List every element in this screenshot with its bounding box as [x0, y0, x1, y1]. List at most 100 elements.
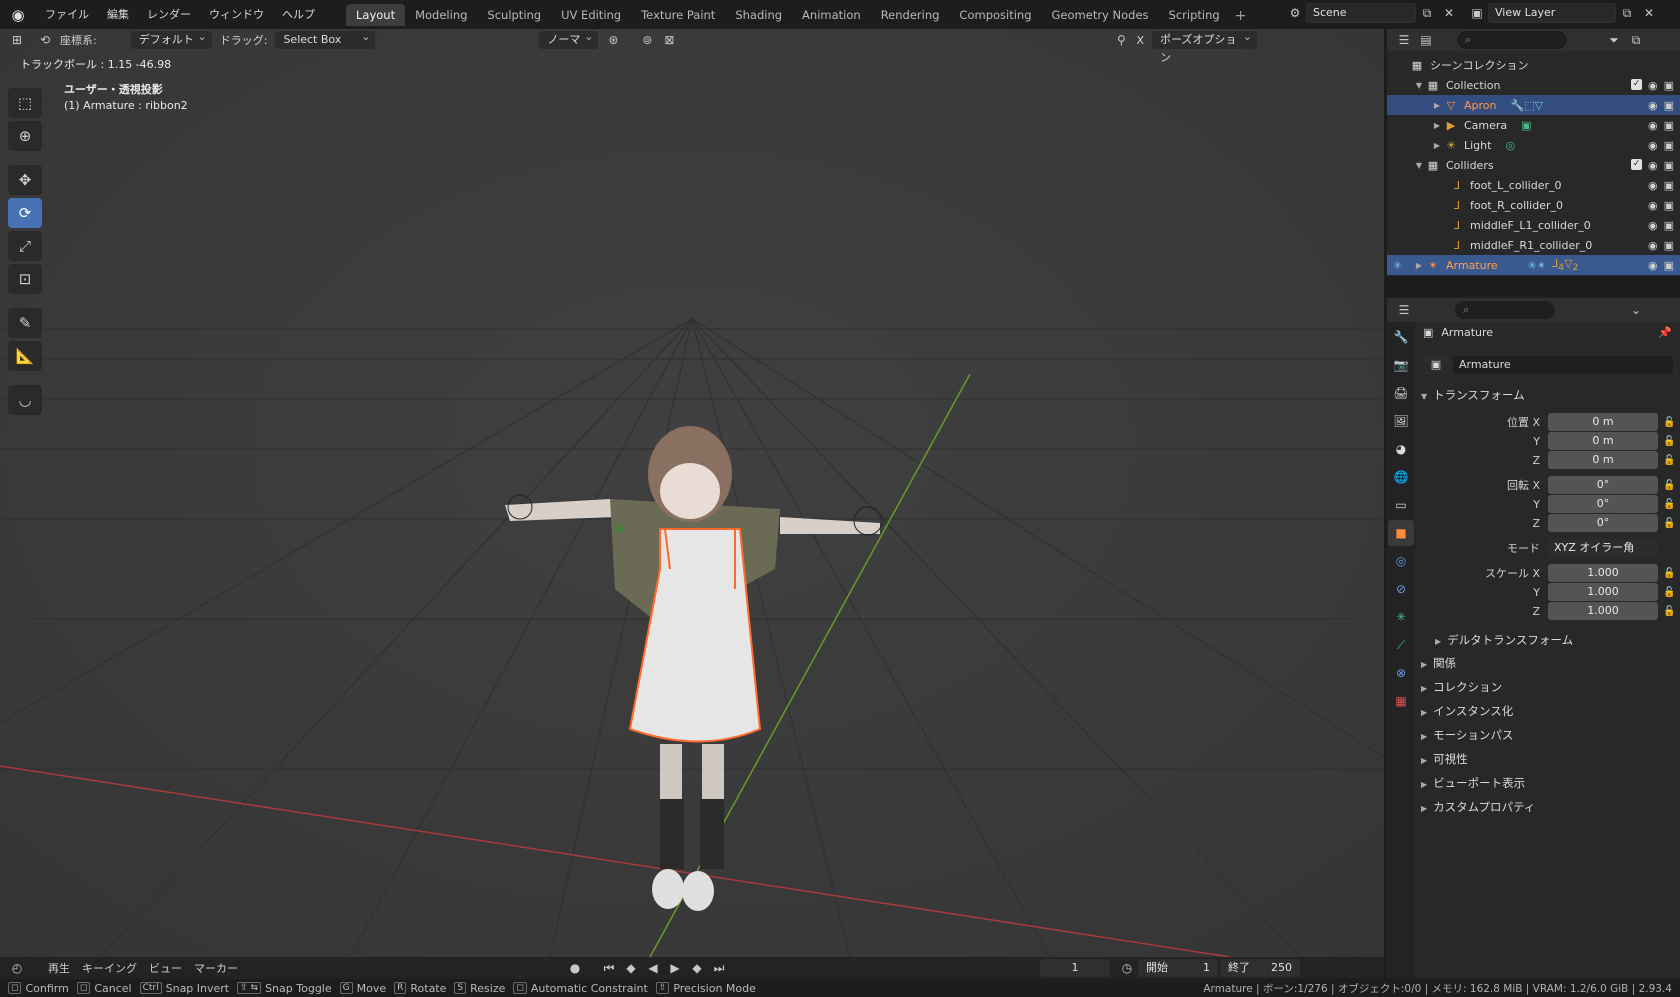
drag-dropdown[interactable]: Select Box [275, 29, 376, 49]
rotation-x-field[interactable]: 0° [1548, 476, 1658, 494]
play-icon[interactable]: ▶ [664, 958, 686, 978]
camera-icon[interactable]: ▣ [1664, 219, 1674, 232]
scale-y-field[interactable]: 1.000 [1548, 583, 1658, 601]
cursor-tool-icon[interactable]: ⊕ [8, 121, 42, 151]
tab-modeling[interactable]: Modeling [405, 4, 477, 26]
options-chevron-icon[interactable]: ⌄ [1625, 300, 1647, 320]
rotation-y-field[interactable]: 0° [1548, 495, 1658, 513]
lock-icon[interactable]: 🔓 [1663, 436, 1675, 447]
world-tab-icon[interactable]: 🌐 [1388, 464, 1414, 490]
expand-arrow-icon[interactable]: ▶ [1431, 101, 1443, 110]
add-workspace-icon[interactable]: + [1230, 8, 1252, 24]
display-mode-icon[interactable]: ▤ [1415, 30, 1437, 50]
tree-row-light[interactable]: ▶ ☀ Light ◎ ◉ ▣ [1387, 135, 1680, 155]
mirror-icon[interactable]: ⚲ [1110, 30, 1132, 50]
rotation-z-field[interactable]: 0° [1548, 514, 1658, 532]
pose-options-dropdown[interactable]: ポーズオプション [1151, 29, 1257, 64]
scene-tab-icon[interactable]: ◕ [1388, 436, 1414, 462]
camera-icon[interactable]: ▣ [1664, 179, 1674, 192]
tree-row-middlef-r1-collider[interactable]: ⅃ middleF_R1_collider_0 ◉ ▣ [1387, 235, 1680, 255]
outliner-search-input[interactable]: ⌕ [1457, 31, 1567, 49]
tab-layout[interactable]: Layout [346, 4, 406, 26]
checkbox-icon[interactable]: ✓ [1630, 78, 1642, 90]
3d-viewport[interactable]: ⊞ ⟲ 座標系: デフォルト ドラッグ: Select Box ノーマ ⊛ ⊚ … [0, 29, 1384, 957]
view-layer-tab-icon[interactable]: 🖼 [1388, 408, 1414, 434]
rotation-mode-dropdown[interactable]: XYZ オイラー角 [1548, 539, 1658, 557]
visibility-header[interactable]: ▶ 可視性 [1421, 749, 1468, 769]
tree-row-foot-l-collider[interactable]: ⅃ foot_L_collider_0 ◉ ▣ [1387, 175, 1680, 195]
eye-icon[interactable]: ◉ [1648, 199, 1658, 212]
eye-icon[interactable]: ◉ [1648, 79, 1658, 92]
current-frame-field[interactable]: 1 [1040, 959, 1110, 977]
tool-tab-icon[interactable]: 🔧 [1388, 324, 1414, 350]
annotate-tool-icon[interactable]: ✎ [8, 308, 42, 338]
eye-icon[interactable]: ◉ [1648, 119, 1658, 132]
camera-icon[interactable]: ▣ [1664, 119, 1674, 132]
location-z-field[interactable]: 0 m [1548, 451, 1658, 469]
measure-tool-icon[interactable]: 📐 [8, 341, 42, 371]
camera-icon[interactable]: ▣ [1664, 199, 1674, 212]
bone-constraints-tab-icon[interactable]: ⊗ [1388, 660, 1414, 686]
delete-view-layer-icon[interactable]: ✕ [1638, 3, 1660, 23]
delta-transform-header[interactable]: ▶ デルタトランスフォーム [1435, 630, 1573, 650]
jump-start-icon[interactable]: ⏮ [598, 958, 620, 978]
bone-envelope-tool-icon[interactable]: ◡ [8, 385, 42, 415]
camera-icon[interactable]: ▣ [1664, 159, 1674, 172]
snap-target-icon[interactable]: ⊠ [658, 30, 680, 50]
eye-icon[interactable]: ◉ [1648, 159, 1658, 172]
outliner-editor-icon[interactable]: ☰ [1393, 30, 1415, 50]
scale-x-field[interactable]: 1.000 [1548, 564, 1658, 582]
jump-end-icon[interactable]: ⏭ [708, 958, 730, 978]
object-name-field[interactable]: Armature [1453, 356, 1673, 374]
scale-tool-icon[interactable]: ⤢ [8, 231, 42, 261]
tree-row-scene-collection[interactable]: ▦ シーンコレクション [1387, 55, 1680, 75]
auto-keying-icon[interactable]: ● [564, 958, 586, 978]
delete-scene-icon[interactable]: ✕ [1438, 3, 1460, 23]
preview-range-icon[interactable]: ◷ [1116, 958, 1138, 978]
x-mirror-toggle[interactable]: X [1132, 34, 1148, 47]
editor-type-icon[interactable]: ⊞ [6, 30, 28, 50]
tree-row-foot-r-collider[interactable]: ⅃ foot_R_collider_0 ◉ ▣ [1387, 195, 1680, 215]
transform-orientation-icon[interactable]: ⟲ [34, 30, 56, 50]
new-scene-icon[interactable]: ⧉ [1416, 3, 1438, 23]
eye-icon[interactable]: ◉ [1648, 179, 1658, 192]
eye-icon[interactable]: ◉ [1648, 259, 1658, 272]
end-frame-field[interactable]: 終了 250 [1220, 959, 1300, 977]
tree-row-armature[interactable]: ✳ ▶ ✶ Armature ✳✴ ⅃4▽2 ◉ ▣ [1387, 255, 1680, 275]
lock-icon[interactable]: 🔓 [1663, 480, 1675, 491]
motion-paths-header[interactable]: ▶ モーションパス [1421, 725, 1513, 745]
new-collection-icon[interactable]: ⧉ [1625, 30, 1647, 50]
move-tool-icon[interactable]: ✥ [8, 165, 42, 195]
transform-section-header[interactable]: ▼ トランスフォーム [1421, 385, 1525, 405]
eye-icon[interactable]: ◉ [1648, 239, 1658, 252]
new-view-layer-icon[interactable]: ⧉ [1616, 3, 1638, 23]
tree-row-middlef-l1-collider[interactable]: ⅃ middleF_L1_collider_0 ◉ ▣ [1387, 215, 1680, 235]
armature-data-tab-icon[interactable]: ✳ [1388, 604, 1414, 630]
tab-animation[interactable]: Animation [792, 4, 871, 26]
tree-row-colliders[interactable]: ▼ ▦ Colliders ✓ ◉ ▣ [1387, 155, 1680, 175]
tab-uv-editing[interactable]: UV Editing [551, 4, 631, 26]
properties-editor-icon[interactable]: ☰ [1393, 300, 1415, 320]
pose-mode-icon[interactable]: ✳ [1393, 259, 1413, 272]
tab-sculpting[interactable]: Sculpting [477, 4, 551, 26]
output-tab-icon[interactable]: 🖨 [1388, 380, 1414, 406]
lock-icon[interactable]: 🔓 [1663, 518, 1675, 529]
location-y-field[interactable]: 0 m [1548, 432, 1658, 450]
tab-scripting[interactable]: Scripting [1159, 4, 1230, 26]
playback-menu[interactable]: 再生 [42, 960, 76, 976]
instancing-header[interactable]: ▶ インスタンス化 [1421, 701, 1513, 721]
collections-header[interactable]: ▶ コレクション [1421, 677, 1502, 697]
collection-tab-icon[interactable]: ▭ [1388, 492, 1414, 518]
snap-icon[interactable]: ⊛ [602, 30, 624, 50]
checkbox-icon[interactable]: ✓ [1630, 158, 1642, 170]
timeline-editor-icon[interactable]: ◴ [6, 958, 28, 978]
tree-row-apron[interactable]: ▶ ▽ Apron 🔧⬚▽ ◉ ▣ [1387, 95, 1680, 115]
prev-keyframe-icon[interactable]: ◆ [620, 958, 642, 978]
transform-tool-icon[interactable]: ⊡ [8, 264, 42, 294]
expand-arrow-icon[interactable]: ▼ [1413, 161, 1425, 170]
keying-menu[interactable]: キーイング [76, 960, 143, 976]
expand-arrow-icon[interactable]: ▶ [1431, 121, 1443, 130]
orientation-dropdown[interactable]: デフォルト [130, 29, 212, 49]
proportional-edit-icon[interactable]: ⊚ [636, 30, 658, 50]
lock-icon[interactable]: 🔓 [1663, 417, 1675, 428]
